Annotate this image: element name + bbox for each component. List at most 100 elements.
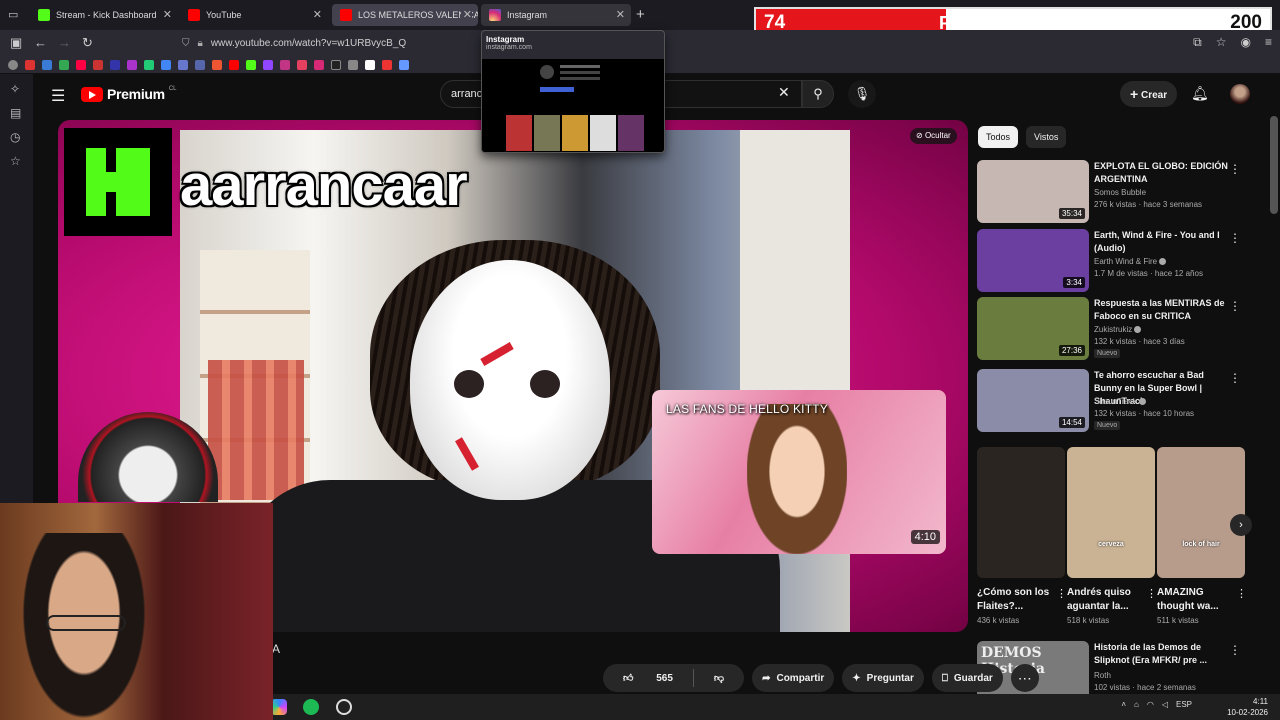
bookmark-icon[interactable] — [110, 59, 120, 70]
clear-search-icon[interactable]: ✕ — [778, 84, 790, 101]
close-icon[interactable]: ✕ — [616, 8, 625, 21]
reload-icon[interactable]: ↻ — [82, 35, 93, 51]
bookmark-icon[interactable] — [144, 59, 154, 70]
chip-all[interactable]: Todos — [978, 126, 1019, 148]
ask-button[interactable]: ✦ Preguntar — [842, 664, 924, 692]
forward-icon[interactable]: → — [58, 35, 71, 50]
bookmarks-icon[interactable]: ☆ — [10, 154, 21, 168]
bookmark-icon[interactable] — [195, 59, 205, 70]
tab-youtube[interactable]: YouTube ✕ — [180, 4, 328, 26]
avatar[interactable] — [1230, 84, 1250, 104]
create-button[interactable]: + Crear — [1120, 81, 1178, 107]
notifications-bell-icon[interactable]: 🔔︎ — [1191, 85, 1209, 102]
save-button[interactable]: ⎕ Guardar — [931, 664, 1003, 692]
short-title: ¿Cómo son los Flaites?... — [977, 587, 1050, 612]
account-icon[interactable]: ◉ — [1241, 35, 1251, 50]
more-icon[interactable]: ⋮ — [1229, 371, 1241, 385]
star-icon[interactable]: ☆ — [1216, 35, 1227, 50]
close-icon[interactable]: ✕ — [460, 8, 472, 21]
bookmark-icon[interactable] — [263, 59, 273, 70]
more-icon[interactable]: ⋮ — [1056, 587, 1067, 600]
more-icon[interactable]: ⋮ — [1229, 299, 1241, 313]
bookmark-icon[interactable] — [280, 59, 290, 70]
recommendation-item[interactable]: 35:34 EXPLOTA EL GLOBO: EDICIÓN ARGENTINA… — [977, 160, 1247, 224]
url-text: www.youtube.com/watch?v=w1URBvycB_Q — [210, 37, 407, 49]
youtube-logo[interactable]: Premium CL — [81, 86, 176, 102]
bookmark-icon[interactable] — [8, 59, 18, 70]
recommendation-item[interactable]: 3:34 Earth, Wind & Fire - You and I (Audi… — [977, 229, 1247, 293]
bookmark-icon[interactable] — [212, 59, 222, 70]
more-icon[interactable]: ⋮ — [1236, 587, 1247, 600]
tab-kick-dashboard[interactable]: Stream - Kick Dashboard ✕ — [30, 4, 178, 26]
tab-instagram[interactable]: Instagram ✕ — [481, 4, 631, 26]
tab-hover-preview[interactable]: Instagram instagram.com — [481, 30, 665, 153]
dislike-button[interactable]: 👎︎ — [694, 672, 744, 684]
network-icon[interactable]: ⌂ — [1134, 700, 1139, 709]
new-tab-button[interactable]: + — [636, 6, 645, 23]
video-card-overlay[interactable]: LAS FANS DE HELLO KITTY 4:10 — [652, 390, 946, 554]
more-icon[interactable]: ⋮ — [1229, 643, 1241, 657]
sidebar-toggle-icon[interactable]: ▣ — [10, 35, 22, 51]
spotify-icon[interactable] — [303, 699, 319, 715]
bookmark-icon[interactable] — [348, 59, 358, 70]
short-item[interactable]: cerveza Andrés quiso aguantar la... 518 k … — [1067, 447, 1157, 632]
like-button[interactable]: 👍︎ 565 — [603, 672, 693, 684]
card-face — [747, 404, 847, 554]
shorts-next-button[interactable]: › — [1230, 514, 1252, 536]
history-icon[interactable]: ▤ — [10, 106, 21, 120]
bookmark-icon[interactable] — [365, 59, 375, 70]
tab-metaleros-video[interactable]: LOS METALEROS VALEN CALLA ✕ — [332, 4, 478, 26]
bookmark-icon[interactable] — [93, 59, 103, 70]
extensions-icon[interactable]: ⧉ — [1193, 35, 1202, 50]
bookmark-icon[interactable] — [25, 59, 35, 70]
chip-watched[interactable]: Vistos — [1026, 126, 1067, 148]
copilot-icon[interactable] — [271, 699, 287, 715]
instagram-icon — [489, 9, 501, 21]
bookmark-icon[interactable] — [42, 59, 52, 70]
recommendation-item[interactable]: 27:36 Respuesta a las MENTIRAS de Faboco … — [977, 297, 1247, 361]
clock[interactable]: 4:11 10-02-2026 — [1227, 696, 1268, 718]
short-item[interactable]: ¿Cómo son los Flaites?... 436 k vistas ⋮ — [977, 447, 1067, 632]
back-icon[interactable]: ← — [34, 35, 47, 50]
recommendation-item[interactable]: 14:54 Te ahorro escuchar a Bad Bunny en l… — [977, 369, 1247, 433]
short-title: Andrés quiso aguantar la... — [1067, 587, 1131, 612]
short-views: 518 k vistas — [1067, 616, 1110, 625]
hide-button[interactable]: ⊘ Ocultar — [910, 128, 957, 144]
chevron-up-icon[interactable]: ˄ — [1121, 700, 1126, 709]
bookmark-icon[interactable] — [229, 59, 239, 70]
language[interactable]: ESP — [1176, 700, 1192, 709]
bookmark-icon[interactable] — [314, 59, 324, 70]
bookmark-icon[interactable] — [127, 59, 137, 70]
bookmark-icon[interactable] — [246, 59, 256, 70]
url-bar[interactable]: ⛉ 🔒︎ www.youtube.com/watch?v=w1URBvycB_Q — [176, 32, 476, 54]
close-icon[interactable]: ✕ — [313, 8, 322, 21]
clock-icon[interactable]: ◷ — [10, 130, 20, 144]
short-item[interactable]: lock of hair AMAZING thought wa... 511 k v… — [1157, 447, 1247, 632]
bookmark-icon[interactable] — [399, 59, 409, 70]
share-button[interactable]: ➦ Compartir — [752, 664, 835, 692]
menu-icon[interactable]: ☰ — [51, 86, 65, 106]
mask-red-mark — [480, 342, 514, 366]
more-actions-button[interactable]: ⋯ — [1010, 664, 1039, 692]
bookmark-icon[interactable] — [76, 59, 86, 70]
volume-icon[interactable]: ◁ — [1162, 700, 1168, 709]
more-icon[interactable]: ⋮ — [1146, 587, 1157, 600]
obs-icon[interactable] — [336, 699, 352, 715]
bookmark-icon[interactable] — [178, 59, 188, 70]
voice-search-button[interactable]: 🎙︎ — [848, 80, 876, 108]
bookmark-icon[interactable] — [59, 59, 69, 70]
page-scrollbar[interactable] — [1270, 116, 1278, 214]
bookmark-icon[interactable] — [297, 59, 307, 70]
tab-list-icon[interactable]: ▭ — [8, 8, 18, 21]
ai-chat-icon[interactable]: ✧ — [10, 82, 20, 96]
bookmark-icon[interactable] — [331, 59, 341, 70]
bookmark-icon[interactable] — [382, 59, 392, 70]
close-icon[interactable]: ✕ — [163, 8, 172, 21]
bookmark-icon[interactable] — [161, 59, 171, 70]
search-button[interactable]: ⚲ — [802, 80, 834, 108]
wifi-icon[interactable]: ◠ — [1147, 700, 1154, 709]
video-actions: 👍︎ 565 👎︎ ➦ Compartir ✦ Preguntar ⎕ Guar… — [603, 664, 1039, 692]
more-icon[interactable]: ⋮ — [1229, 231, 1241, 245]
menu-icon[interactable]: ≡ — [1265, 35, 1272, 50]
more-icon[interactable]: ⋮ — [1229, 162, 1241, 176]
